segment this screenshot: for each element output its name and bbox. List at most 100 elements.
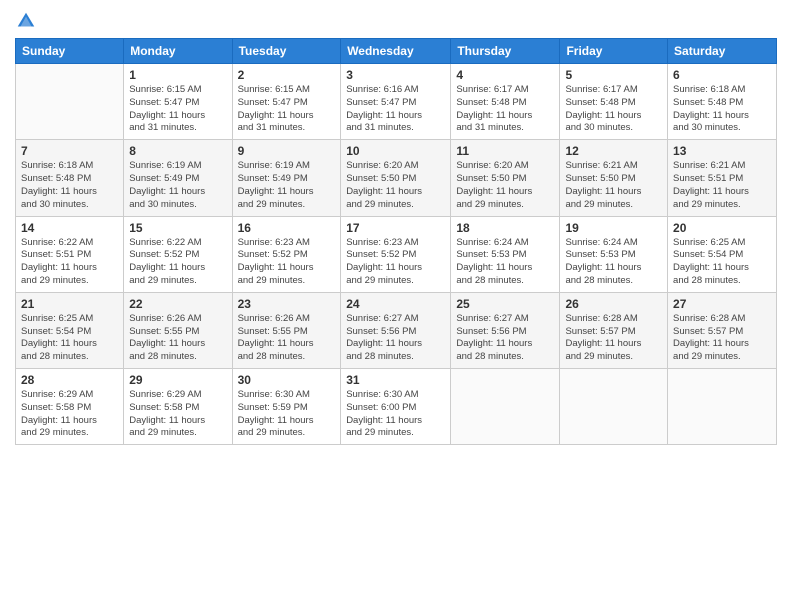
daylight-text-2: and 28 minutes. <box>346 351 414 362</box>
calendar-cell: 22Sunrise: 6:26 AMSunset: 5:55 PMDayligh… <box>124 292 232 368</box>
sunrise-text: Sunrise: 6:30 AM <box>238 389 310 400</box>
calendar-cell: 20Sunrise: 6:25 AMSunset: 5:54 PMDayligh… <box>668 216 777 292</box>
daylight-text: Daylight: 11 hours <box>129 186 205 197</box>
sunrise-text: Sunrise: 6:22 AM <box>21 237 93 248</box>
daylight-text-2: and 31 minutes. <box>456 122 524 133</box>
sunset-text: Sunset: 5:47 PM <box>129 97 199 108</box>
day-number: 19 <box>565 221 662 235</box>
cell-info: Sunrise: 6:20 AMSunset: 5:50 PMDaylight:… <box>456 160 554 211</box>
cell-info: Sunrise: 6:24 AMSunset: 5:53 PMDaylight:… <box>456 237 554 288</box>
cell-info: Sunrise: 6:17 AMSunset: 5:48 PMDaylight:… <box>456 84 554 135</box>
sunrise-text: Sunrise: 6:19 AM <box>129 160 201 171</box>
sunrise-text: Sunrise: 6:23 AM <box>238 237 310 248</box>
daylight-text-2: and 28 minutes. <box>456 275 524 286</box>
day-number: 25 <box>456 297 554 311</box>
daylight-text: Daylight: 11 hours <box>346 262 422 273</box>
sunrise-text: Sunrise: 6:23 AM <box>346 237 418 248</box>
day-number: 23 <box>238 297 336 311</box>
cell-info: Sunrise: 6:24 AMSunset: 5:53 PMDaylight:… <box>565 237 662 288</box>
cell-info: Sunrise: 6:18 AMSunset: 5:48 PMDaylight:… <box>673 84 771 135</box>
sunrise-text: Sunrise: 6:20 AM <box>456 160 528 171</box>
daylight-text: Daylight: 11 hours <box>238 415 314 426</box>
calendar-cell: 30Sunrise: 6:30 AMSunset: 5:59 PMDayligh… <box>232 369 341 445</box>
calendar-cell: 24Sunrise: 6:27 AMSunset: 5:56 PMDayligh… <box>341 292 451 368</box>
cell-info: Sunrise: 6:17 AMSunset: 5:48 PMDaylight:… <box>565 84 662 135</box>
cell-info: Sunrise: 6:30 AM Sunset: 6:00 PM Daylight:… <box>346 389 445 440</box>
day-number: 9 <box>238 144 336 158</box>
cell-info: Sunrise: 6:18 AMSunset: 5:48 PMDaylight:… <box>21 160 118 211</box>
cell-info: Sunrise: 6:19 AMSunset: 5:49 PMDaylight:… <box>129 160 226 211</box>
sunset-text: Sunset: 5:52 PM <box>346 249 416 260</box>
sunset-text: Sunset: 5:52 PM <box>129 249 199 260</box>
daylight-text-2: and 30 minutes. <box>21 199 89 210</box>
sunrise-text: Sunrise: 6:26 AM <box>238 313 310 324</box>
calendar-week-5: 28 Sunrise: 6:29 AMSunset: 5:58 PMDayligh… <box>16 369 777 445</box>
daylight-text: Daylight: 11 hours <box>238 110 314 121</box>
daylight-text-2: and 29 minutes. <box>673 351 741 362</box>
daylight-text-2: and 29 minutes. <box>21 275 89 286</box>
sunset-text: Sunset: 5:48 PM <box>565 97 635 108</box>
day-number: 22 <box>129 297 226 311</box>
calendar-cell: 19 Sunrise: 6:24 AMSunset: 5:53 PMDayligh… <box>560 216 668 292</box>
daylight-text-2: and 28 minutes. <box>456 351 524 362</box>
day-number: 28 <box>21 373 118 387</box>
sunrise-text: Sunrise: 6:18 AM <box>673 84 745 95</box>
calendar-cell: 18Sunrise: 6:24 AMSunset: 5:53 PMDayligh… <box>451 216 560 292</box>
cell-info: Sunrise: 6:30 AMSunset: 5:59 PMDaylight:… <box>238 389 336 440</box>
daylight-text: Daylight: 11 hours <box>346 415 422 426</box>
daylight-text: Daylight: 11 hours <box>565 338 641 349</box>
calendar-cell: 25Sunrise: 6:27 AMSunset: 5:56 PMDayligh… <box>451 292 560 368</box>
day-header-monday: Monday <box>124 39 232 64</box>
day-number: 4 <box>456 68 554 82</box>
cell-info: Sunrise: 6:29 AMSunset: 5:58 PMDaylight:… <box>21 389 118 440</box>
sunrise-text: Sunrise: 6:28 AM <box>565 313 637 324</box>
calendar-cell: 7Sunrise: 6:18 AMSunset: 5:48 PMDaylight… <box>16 140 124 216</box>
sunrise-text: Sunrise: 6:19 AM <box>238 160 310 171</box>
day-header-tuesday: Tuesday <box>232 39 341 64</box>
day-number: 24 <box>346 297 445 311</box>
day-number: 1 <box>129 68 226 82</box>
calendar-week-3: 14Sunrise: 6:22 AMSunset: 5:51 PMDayligh… <box>16 216 777 292</box>
day-number: 6 <box>673 68 771 82</box>
calendar-cell <box>668 369 777 445</box>
daylight-text: Daylight: 11 hours <box>565 262 641 273</box>
day-number: 11 <box>456 144 554 158</box>
sunrise-text: Sunrise: 6:25 AM <box>673 237 745 248</box>
day-header-wednesday: Wednesday <box>341 39 451 64</box>
daylight-text-2: and 31 minutes. <box>346 122 414 133</box>
sunrise-text: Sunrise: 6:15 AM <box>129 84 201 95</box>
daylight-text: Daylight: 11 hours <box>346 110 422 121</box>
cell-info: Sunrise: 6:15 AMSunset: 5:47 PMDaylight:… <box>129 84 226 135</box>
daylight-text-2: and 29 minutes. <box>456 199 524 210</box>
calendar-cell: 27 Sunrise: 6:28 AMSunset: 5:57 PMDayligh… <box>668 292 777 368</box>
calendar-cell: 6 Sunrise: 6:18 AMSunset: 5:48 PMDaylight… <box>668 64 777 140</box>
daylight-text-2: and 29 minutes. <box>238 275 306 286</box>
cell-info: Sunrise: 6:20 AMSunset: 5:50 PMDaylight:… <box>346 160 445 211</box>
cell-info: Sunrise: 6:23 AMSunset: 5:52 PMDaylight:… <box>238 237 336 288</box>
daylight-text-2: and 29 minutes. <box>346 199 414 210</box>
daylight-text-2: and 30 minutes. <box>673 122 741 133</box>
sunset-text: Sunset: 5:52 PM <box>238 249 308 260</box>
day-number: 5 <box>565 68 662 82</box>
calendar-cell: 17Sunrise: 6:23 AMSunset: 5:52 PMDayligh… <box>341 216 451 292</box>
daylight-text-2: and 29 minutes. <box>21 427 89 438</box>
cell-info: Sunrise: 6:28 AMSunset: 5:57 PMDaylight:… <box>673 313 771 364</box>
cell-info: Sunrise: 6:25 AMSunset: 5:54 PMDaylight:… <box>21 313 118 364</box>
cell-info: Sunrise: 6:22 AMSunset: 5:51 PMDaylight:… <box>21 237 118 288</box>
day-number: 15 <box>129 221 226 235</box>
sunrise-text: Sunrise: 6:30 AM <box>346 389 418 400</box>
sunrise-text: Sunrise: 6:28 AM <box>673 313 745 324</box>
sunset-text: Sunset: 6:00 PM <box>346 402 416 413</box>
cell-info: Sunrise: 6:15 AMSunset: 5:47 PMDaylight:… <box>238 84 336 135</box>
daylight-text-2: and 29 minutes. <box>129 275 197 286</box>
sunrise-text: Sunrise: 6:20 AM <box>346 160 418 171</box>
sunrise-text: Sunrise: 6:21 AM <box>565 160 637 171</box>
calendar-cell: 21Sunrise: 6:25 AMSunset: 5:54 PMDayligh… <box>16 292 124 368</box>
cell-info: Sunrise: 6:21 AMSunset: 5:50 PMDaylight:… <box>565 160 662 211</box>
sunset-text: Sunset: 5:56 PM <box>456 326 526 337</box>
day-number: 13 <box>673 144 771 158</box>
calendar-cell: 5 Sunrise: 6:17 AMSunset: 5:48 PMDaylight… <box>560 64 668 140</box>
sunrise-text: Sunrise: 6:24 AM <box>565 237 637 248</box>
day-number: 27 <box>673 297 771 311</box>
daylight-text: Daylight: 11 hours <box>129 415 205 426</box>
